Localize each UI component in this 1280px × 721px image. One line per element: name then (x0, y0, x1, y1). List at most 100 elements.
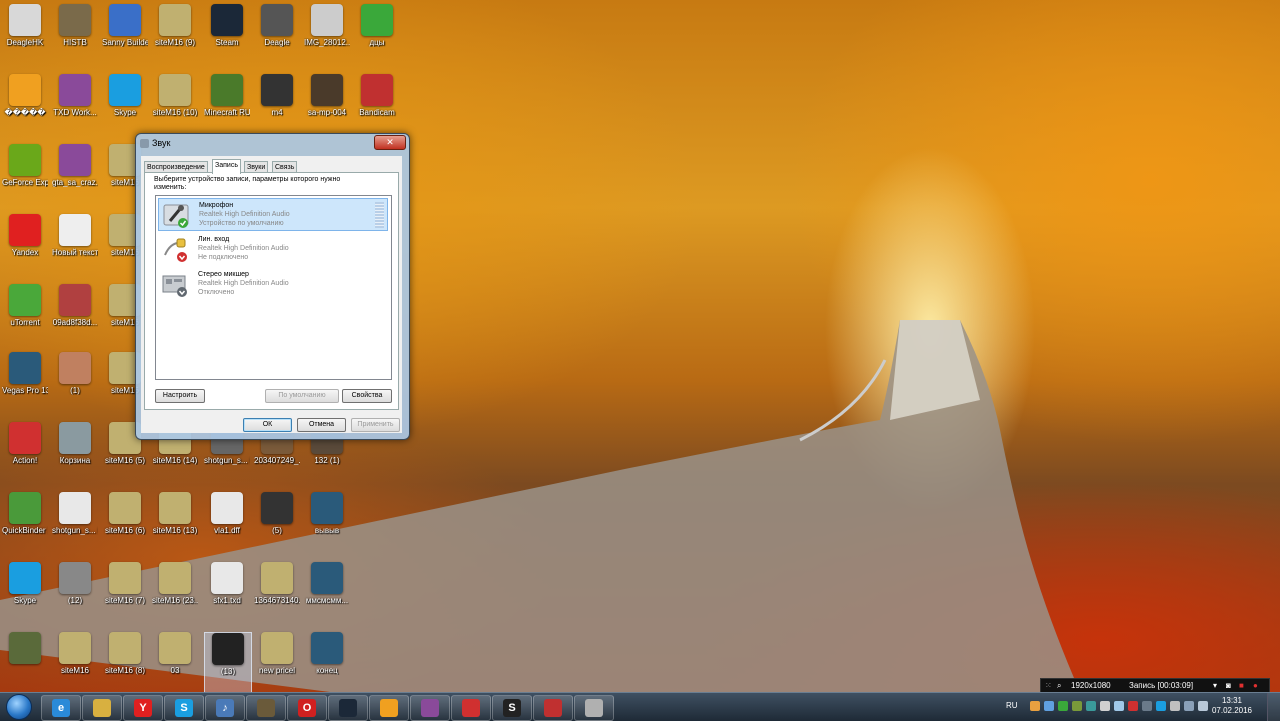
desktop-icon[interactable]: Skype (102, 74, 148, 140)
desktop-icon[interactable]: GeForce Experience (2, 144, 48, 210)
desktop-icon[interactable]: (1) (52, 352, 98, 418)
tray-app-icon[interactable] (1030, 701, 1040, 711)
tray-app-icon[interactable] (1156, 701, 1166, 711)
taskbar-app-steam[interactable] (328, 695, 368, 721)
desktop-icon[interactable]: uTorrent (2, 284, 48, 350)
desktop-icon[interactable] (2, 632, 48, 698)
desktop-icon[interactable]: вывыв (304, 492, 350, 558)
desktop-icon[interactable]: ммсмсмм... (304, 562, 350, 628)
properties-button[interactable]: Свойства (342, 389, 392, 403)
desktop-icon[interactable]: sfx1.txd (204, 562, 250, 628)
record-icon[interactable]: ● (1253, 679, 1258, 693)
apply-button[interactable]: Применить (351, 418, 400, 432)
tray-app-icon[interactable] (1086, 701, 1096, 711)
flag-icon[interactable] (1170, 701, 1180, 711)
camera-icon[interactable]: ◙ (1226, 679, 1231, 693)
desktop-icon[interactable]: Корзина (52, 422, 98, 488)
desktop-icon[interactable]: Steam (204, 4, 250, 70)
desktop-icon[interactable]: IMG_28012... (304, 4, 350, 70)
desktop-icon[interactable]: 09ad8f38d... (52, 284, 98, 350)
desktop-icon[interactable]: Action! (2, 422, 48, 488)
taskbar-app-opera[interactable]: O (287, 695, 327, 721)
device-list[interactable]: Микрофон Realtek High Definition Audio У… (155, 195, 392, 380)
desktop-icon[interactable]: siteM16 (8) (102, 632, 148, 698)
taskbar-app-yandex[interactable]: Y (123, 695, 163, 721)
desktop-icon[interactable]: TXD Work... (52, 74, 98, 140)
tray-app-icon[interactable] (1100, 701, 1110, 711)
image-icon (59, 352, 91, 384)
desktop-icon[interactable]: Minecraft RU-M.ORG (204, 74, 250, 140)
desktop-icon[interactable]: siteM16 (10) (152, 74, 198, 140)
desktop-icon[interactable]: 03 (152, 632, 198, 698)
tray-app-icon[interactable] (1044, 701, 1054, 711)
taskbar-app-game[interactable] (246, 695, 286, 721)
close-button[interactable]: ✕ (374, 135, 406, 150)
taskbar-app-explorer[interactable] (82, 695, 122, 721)
desktop-icon[interactable]: shotgun_s... (1).sfk (52, 492, 98, 558)
taskbar-app-skype2[interactable]: S (492, 695, 532, 721)
volume-icon[interactable] (1198, 701, 1208, 711)
desktop-icon[interactable]: HISTB (52, 4, 98, 70)
clock[interactable]: 13:31 07.02.2016 (1212, 696, 1252, 716)
desktop-icon[interactable]: Новый текстов... (52, 214, 98, 280)
set-default-button[interactable]: По умолчанию (265, 389, 339, 403)
drag-handle-icon[interactable]: ⁙ (1045, 679, 1052, 693)
desktop-icon[interactable]: 1364673140... (254, 562, 300, 628)
chevron-down-icon[interactable]: ▾ (1213, 679, 1217, 693)
taskbar-app-bandicam[interactable] (533, 695, 573, 721)
desktop-icon[interactable]: siteM16 (6) (102, 492, 148, 558)
desktop-icon[interactable]: Deagle (254, 4, 300, 70)
language-indicator[interactable]: RU (1006, 701, 1018, 710)
search-icon[interactable]: ⌕ (1057, 679, 1061, 693)
desktop-icon[interactable]: gta_sa_craz... (52, 144, 98, 210)
device-stereo-mix[interactable]: Стерео микшер Realtek High Definition Au… (158, 268, 388, 301)
desktop-icon[interactable]: (13) (204, 632, 252, 700)
taskbar-app-ie[interactable]: e (41, 695, 81, 721)
taskbar-app-folder[interactable] (369, 695, 409, 721)
tray-app-icon[interactable] (1114, 701, 1124, 711)
device-name: Лин. вход (198, 236, 230, 243)
tray-app-icon[interactable] (1072, 701, 1082, 711)
start-button[interactable] (2, 693, 36, 721)
desktop-icon-label: 09ad8f38d... (52, 318, 98, 327)
taskbar-app-sound[interactable]: ♪ (205, 695, 245, 721)
configure-button[interactable]: Настроить (155, 389, 205, 403)
tray-app-icon[interactable] (1128, 701, 1138, 711)
desktop-icon[interactable]: vla1.dff (204, 492, 250, 558)
opera-icon: O (298, 699, 316, 717)
network-icon[interactable] (1184, 701, 1194, 711)
desktop-icon[interactable]: (12) (52, 562, 98, 628)
desktop-icon[interactable]: new pricel (254, 632, 300, 698)
taskbar-app-skype[interactable]: S (164, 695, 204, 721)
desktop-icon[interactable]: Skype (2, 562, 48, 628)
show-desktop-button[interactable] (1267, 693, 1280, 721)
tab-recording[interactable]: Запись (212, 159, 241, 174)
desktop-icon[interactable]: Bandicam (354, 74, 400, 140)
desktop-icon[interactable]: конец (304, 632, 350, 698)
stop-icon[interactable]: ■ (1239, 679, 1244, 693)
desktop-icon[interactable]: sa-mp-004 (304, 74, 350, 140)
desktop-icon[interactable]: Vegas Pro 13.0 (64-bit) (2, 352, 48, 418)
desktop-icon[interactable]: QuickBinder 1.7 (2, 492, 48, 558)
tray-app-icon[interactable] (1142, 701, 1152, 711)
ok-button[interactable]: ОК (243, 418, 292, 432)
taskbar-app-disc[interactable] (574, 695, 614, 721)
desktop-icon[interactable]: DeagleHK (2, 4, 48, 70)
device-microphone[interactable]: Микрофон Realtek High Definition Audio У… (158, 198, 388, 231)
device-line-in[interactable]: Лин. вход Realtek High Definition Audio … (158, 233, 388, 266)
desktop-icon[interactable]: Yandex (2, 214, 48, 280)
desktop-icon[interactable]: дцы (354, 4, 400, 70)
taskbar-app-winrar[interactable] (410, 695, 450, 721)
desktop-icon[interactable]: siteM16 (23... (152, 562, 198, 628)
desktop-icon[interactable]: siteM16 (9) (152, 4, 198, 70)
tray-app-icon[interactable] (1058, 701, 1068, 711)
desktop-icon[interactable]: ����� (2, 74, 48, 140)
taskbar-app-action[interactable] (451, 695, 491, 721)
desktop-icon[interactable]: (5) (254, 492, 300, 558)
desktop-icon[interactable]: siteM16 (13) (152, 492, 198, 558)
desktop-icon[interactable]: Sanny Builder (102, 4, 148, 70)
desktop-icon[interactable]: m4 (254, 74, 300, 140)
desktop-icon[interactable]: siteM16 (7) (102, 562, 148, 628)
desktop-icon[interactable]: siteM16 (52, 632, 98, 698)
cancel-button[interactable]: Отмена (297, 418, 346, 432)
